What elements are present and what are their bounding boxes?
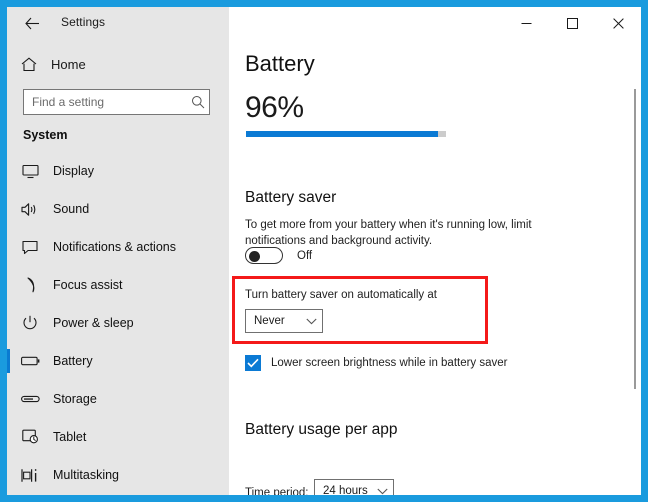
title-bar: Settings [7, 7, 641, 39]
auto-enable-label: Turn battery saver on automatically at [245, 289, 437, 301]
storage-icon [7, 394, 53, 404]
sidebar-item-label: Display [53, 164, 94, 178]
screenshot-root: Settings Home Find a setting System Disp… [0, 0, 648, 502]
lower-brightness-row[interactable]: Lower screen brightness while in battery… [245, 355, 508, 371]
settings-window: Settings Home Find a setting System Disp… [7, 7, 641, 495]
sidebar-item-label: Notifications & actions [53, 240, 176, 254]
home-icon [7, 56, 51, 72]
battery-saver-description: To get more from your battery when it's … [245, 219, 532, 247]
checkmark-icon [247, 358, 259, 368]
sidebar-item-home[interactable]: Home [7, 47, 229, 81]
maximize-button[interactable] [549, 7, 595, 39]
search-input[interactable] [24, 95, 187, 109]
sidebar-item-label: Multitasking [53, 468, 119, 482]
time-period-dropdown[interactable]: 24 hours [314, 479, 394, 495]
tablet-icon [7, 429, 53, 445]
comment-icon [7, 240, 53, 255]
battery-saver-toggle-state: Off [297, 249, 313, 262]
maximize-icon [566, 17, 578, 29]
sidebar-home-label: Home [51, 56, 86, 72]
lower-brightness-checkbox[interactable] [245, 355, 261, 371]
sidebar: Home System [7, 39, 229, 495]
back-button[interactable] [15, 9, 49, 37]
main-content: Battery 96% Battery saver To get more fr… [229, 39, 641, 495]
sidebar-item-tablet[interactable]: Tablet [7, 418, 229, 456]
sidebar-item-projecting[interactable]: Projecting to this PC [7, 494, 229, 495]
multitasking-icon [7, 468, 53, 483]
app-title: Settings [61, 15, 106, 29]
sidebar-nav-list: Display Sound Notifications & actions Fo… [7, 152, 229, 495]
close-icon [612, 17, 624, 29]
page-title: Battery [245, 51, 315, 76]
minimize-icon [521, 22, 531, 24]
sidebar-item-power-sleep[interactable]: Power & sleep [7, 304, 229, 342]
window-controls [503, 7, 641, 39]
sidebar-item-storage[interactable]: Storage [7, 380, 229, 418]
sidebar-item-sound[interactable]: Sound [7, 190, 229, 228]
sidebar-item-label: Power & sleep [53, 316, 134, 330]
battery-icon [7, 355, 53, 367]
back-arrow-icon [24, 17, 39, 29]
battery-percentage: 96% [245, 91, 304, 124]
battery-saver-heading: Battery saver [245, 189, 337, 206]
search-icon [187, 95, 209, 109]
chevron-down-icon [371, 488, 393, 495]
toggle-knob [249, 251, 260, 262]
battery-level-fill [246, 131, 438, 137]
sidebar-item-label: Tablet [53, 430, 87, 444]
sidebar-item-multitasking[interactable]: Multitasking [7, 456, 229, 494]
sidebar-item-label: Focus assist [53, 278, 123, 292]
lower-brightness-label: Lower screen brightness while in battery… [271, 357, 508, 369]
minimize-button[interactable] [503, 7, 549, 39]
battery-usage-heading: Battery usage per app [245, 421, 398, 438]
moon-icon [7, 277, 53, 293]
auto-enable-value: Never [254, 315, 285, 327]
auto-enable-dropdown[interactable]: Never [245, 309, 323, 333]
speaker-icon [7, 202, 53, 217]
time-period-value: 24 hours [323, 485, 368, 495]
sidebar-item-focus-assist[interactable]: Focus assist [7, 266, 229, 304]
sidebar-item-notifications[interactable]: Notifications & actions [7, 228, 229, 266]
sidebar-group-title: System [23, 128, 68, 142]
battery-level-bar [246, 131, 446, 137]
selection-indicator [7, 349, 10, 373]
content-scrollbar[interactable] [634, 89, 636, 389]
chevron-down-icon [300, 318, 322, 325]
battery-saver-toggle-row[interactable]: Off [245, 247, 312, 264]
battery-saver-toggle[interactable] [245, 247, 283, 264]
sidebar-item-label: Battery [53, 354, 93, 368]
monitor-icon [7, 164, 53, 179]
search-box[interactable] [23, 89, 210, 115]
sidebar-item-label: Sound [53, 202, 90, 216]
sidebar-item-battery[interactable]: Battery [7, 342, 229, 380]
sidebar-item-display[interactable]: Display [7, 152, 229, 190]
power-icon [7, 315, 53, 331]
close-button[interactable] [595, 7, 641, 39]
sidebar-item-label: Storage [53, 392, 97, 406]
